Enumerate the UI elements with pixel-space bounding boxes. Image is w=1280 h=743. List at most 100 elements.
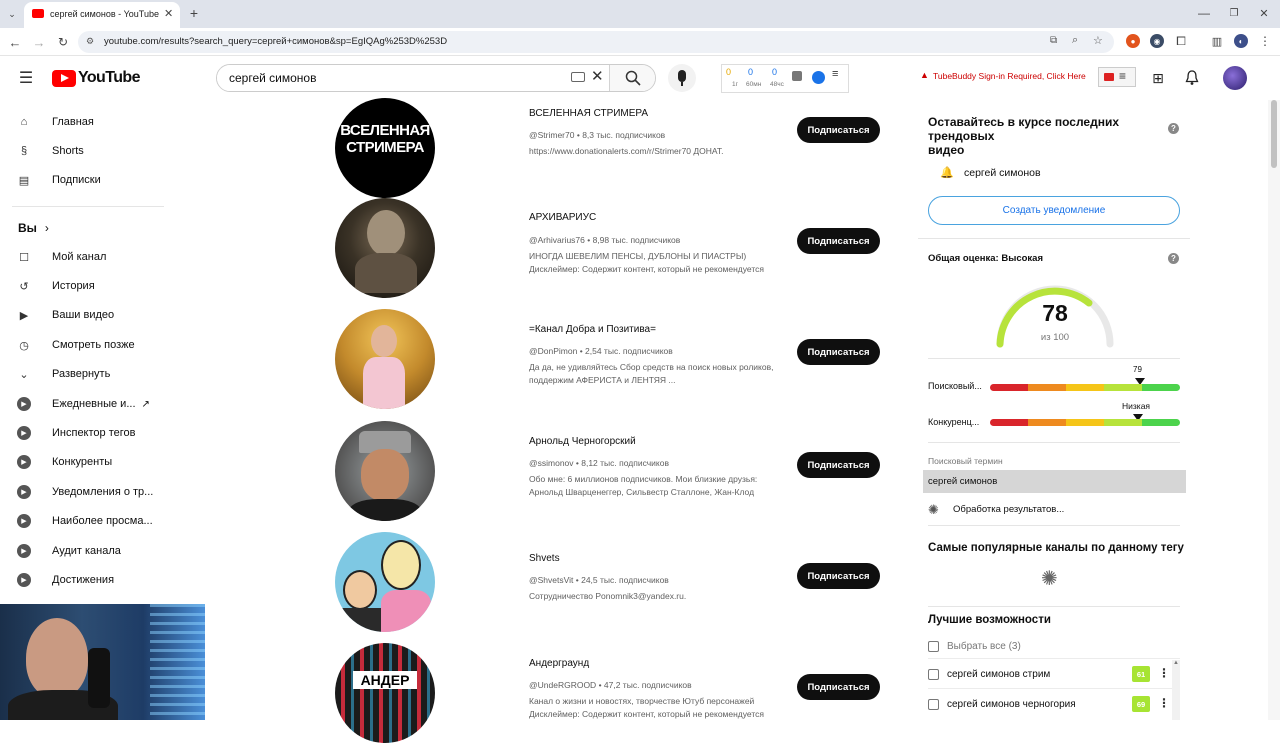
- help-icon[interactable]: ?: [1168, 253, 1179, 264]
- browser-menu-icon[interactable]: ⋮: [1258, 34, 1272, 48]
- channel-name[interactable]: Shvets: [529, 553, 560, 564]
- channel-result[interactable]: Арнольд Черногорский @ssimonov • 8,12 ты…: [335, 421, 895, 521]
- sidebar-item-extra[interactable]: ▶ Аудит канала: [10, 537, 166, 565]
- sidebar-item-expand[interactable]: ⌄ Развернуть: [10, 360, 166, 388]
- back-icon[interactable]: ←: [6, 34, 24, 50]
- sidebar-item-extra[interactable]: ▶ Конкуренты: [10, 448, 166, 476]
- user-avatar[interactable]: [1223, 66, 1247, 90]
- subscribe-button[interactable]: Подписаться: [797, 452, 880, 478]
- channel-name[interactable]: ВСЕЛЕННАЯ СТРИМЕРА: [529, 108, 648, 119]
- sidebar-item-label: Аудит канала: [52, 545, 121, 557]
- sidebar-item-extra[interactable]: ▶ Ежедневные и... ↗: [10, 390, 166, 418]
- channel-avatar[interactable]: [335, 532, 435, 632]
- sidebar-item-extra[interactable]: ▶ Инспектор тегов: [10, 419, 166, 447]
- channel-result[interactable]: ВСЕЛЕННАЯ СТРИМЕРА ВСЕЛЕННАЯ СТРИМЕРА @S…: [335, 98, 895, 198]
- channel-name[interactable]: Арнольд Черногорский: [529, 436, 636, 447]
- channel-avatar[interactable]: [335, 421, 435, 521]
- sidebar-item-home[interactable]: ⌂ Главная: [10, 108, 166, 136]
- channel-result[interactable]: =Канал Добра и Позитива= @DonPimon • 2,5…: [335, 309, 895, 409]
- restore-icon[interactable]: ❐: [1226, 5, 1242, 21]
- sidebar-item-watch-later[interactable]: ◷ Смотреть позже: [10, 331, 166, 359]
- subscribe-button[interactable]: Подписаться: [797, 563, 880, 589]
- bookmark-star-icon[interactable]: ☆: [1093, 34, 1103, 47]
- channel-name[interactable]: =Канал Добра и Позитива=: [529, 324, 656, 335]
- sidebar-item-your-videos[interactable]: ▶ Ваши видео: [10, 301, 166, 329]
- extensions-puzzle-icon[interactable]: ⧠: [1174, 34, 1188, 48]
- play-circle-icon[interactable]: [812, 71, 825, 84]
- sidebar-item-history[interactable]: ↺ История: [10, 272, 166, 300]
- voice-search-button[interactable]: [668, 64, 696, 92]
- channel-avatar[interactable]: АНДЕР: [335, 643, 435, 743]
- chart-icon[interactable]: [792, 71, 802, 81]
- cast-icon[interactable]: ⧉: [1050, 35, 1057, 46]
- youtube-logo-icon[interactable]: [52, 70, 76, 87]
- channel-result[interactable]: АРХИВАРИУС @Arhivarius76 • 8,98 тыс. под…: [335, 198, 895, 298]
- create-alert-button[interactable]: Создать уведомление: [928, 196, 1180, 225]
- channel-avatar[interactable]: ВСЕЛЕННАЯ СТРИМЕРА: [335, 98, 435, 198]
- subscribe-button[interactable]: Подписаться: [797, 117, 880, 143]
- sidebar-item-shorts[interactable]: § Shorts: [10, 137, 166, 165]
- clock-icon: ◷: [19, 339, 29, 352]
- channel-name[interactable]: Андерграунд: [529, 658, 589, 669]
- scrollbar-thumb[interactable]: [1271, 100, 1277, 168]
- minimize-icon[interactable]: —: [1196, 5, 1212, 21]
- create-video-icon[interactable]: ⊞: [1148, 68, 1168, 88]
- subscribe-button[interactable]: Подписаться: [797, 339, 880, 365]
- processing-text: Обработка результатов...: [953, 504, 1065, 515]
- opportunity-row[interactable]: сергей симонов стрим 61 ⋮: [928, 660, 1180, 688]
- sidebar-item-subscriptions[interactable]: ▤ Подписки: [10, 166, 166, 194]
- list-scrollbar[interactable]: ▲: [1172, 660, 1180, 720]
- search-button[interactable]: [609, 65, 655, 91]
- subscribe-button[interactable]: Подписаться: [797, 228, 880, 254]
- youtube-logo-text[interactable]: YouTube: [78, 69, 140, 87]
- sidebar-item-my-channel[interactable]: ☐ Мой канал: [10, 243, 166, 271]
- address-bar[interactable]: ⚙ youtube.com/results?search_query=серге…: [78, 31, 1114, 53]
- close-tab-icon[interactable]: ✕: [164, 7, 173, 20]
- search-input[interactable]: [217, 65, 605, 91]
- opportunity-checkbox[interactable]: [928, 668, 939, 680]
- scroll-up-icon[interactable]: ▲: [1173, 660, 1179, 666]
- opportunity-row[interactable]: сергей симонов черногория 69 ⋮: [928, 690, 1180, 718]
- side-panel-icon[interactable]: ▥: [1210, 34, 1224, 48]
- new-tab-icon[interactable]: +: [186, 5, 202, 21]
- channel-avatar[interactable]: [335, 309, 435, 409]
- widget-menu-icon[interactable]: ≡: [832, 68, 838, 80]
- search-term-row[interactable]: сергей симонов: [923, 470, 1186, 493]
- browser-tab[interactable]: сергей симонов - YouTube ✕: [24, 2, 180, 28]
- sidebar-item-extra[interactable]: ▶ Уведомления о тр...: [10, 478, 166, 506]
- zoom-icon[interactable]: ⌕: [1072, 34, 1078, 47]
- help-icon[interactable]: ?: [1168, 123, 1179, 134]
- subscribe-button[interactable]: Подписаться: [797, 674, 880, 700]
- score-of-label: из 100: [1040, 332, 1070, 343]
- channel-avatar[interactable]: [335, 198, 435, 298]
- extension-fire-icon[interactable]: ●: [1126, 34, 1140, 48]
- forward-icon[interactable]: →: [30, 34, 48, 50]
- keyboard-icon[interactable]: [571, 72, 585, 82]
- channel-name[interactable]: АРХИВАРИУС: [529, 212, 596, 223]
- more-options-icon[interactable]: ⋮: [1158, 666, 1170, 680]
- clear-search-icon[interactable]: ✕: [591, 67, 604, 85]
- site-info-icon[interactable]: ⚙: [86, 36, 94, 47]
- hamburger-menu-icon[interactable]: ☰: [16, 69, 36, 87]
- opportunity-checkbox[interactable]: [928, 698, 939, 710]
- tool-icon: ▶: [17, 426, 31, 440]
- extension-globe-icon[interactable]: ◉: [1150, 34, 1164, 48]
- close-window-icon[interactable]: ✕: [1256, 5, 1272, 21]
- tubebuddy-menu-button[interactable]: ≡: [1098, 67, 1136, 87]
- browser-tab-bar: ⌄ сергей симонов - YouTube ✕ + — ❐ ✕: [0, 0, 1280, 28]
- tubebuddy-signin-link[interactable]: TubeBuddy Sign-in Required, Click Here: [933, 71, 1086, 81]
- channel-result[interactable]: Shvets @ShvetsVit • 24,5 тыс. подписчико…: [335, 532, 895, 632]
- sidebar-item-extra[interactable]: ▶ Наиболее просма...: [10, 507, 166, 535]
- sidebar-you-header[interactable]: Вы ›: [18, 214, 174, 242]
- reload-icon[interactable]: ↻: [54, 34, 72, 50]
- select-all-row[interactable]: Выбрать все (3): [928, 632, 1180, 660]
- channel-result[interactable]: АНДЕР Андерграунд @UndeRGROOD • 47,2 тыс…: [335, 643, 895, 743]
- sidebar-item-extra[interactable]: ▶ Достижения: [10, 566, 166, 594]
- select-all-checkbox[interactable]: [928, 640, 939, 652]
- profile-icon[interactable]: ◐: [1234, 34, 1248, 48]
- page-scrollbar[interactable]: [1268, 100, 1280, 720]
- notifications-bell-icon[interactable]: [1182, 68, 1202, 88]
- sidebar-item-label: История: [52, 280, 95, 292]
- more-options-icon[interactable]: ⋮: [1158, 696, 1170, 710]
- tab-list-icon[interactable]: ⌄: [4, 6, 20, 22]
